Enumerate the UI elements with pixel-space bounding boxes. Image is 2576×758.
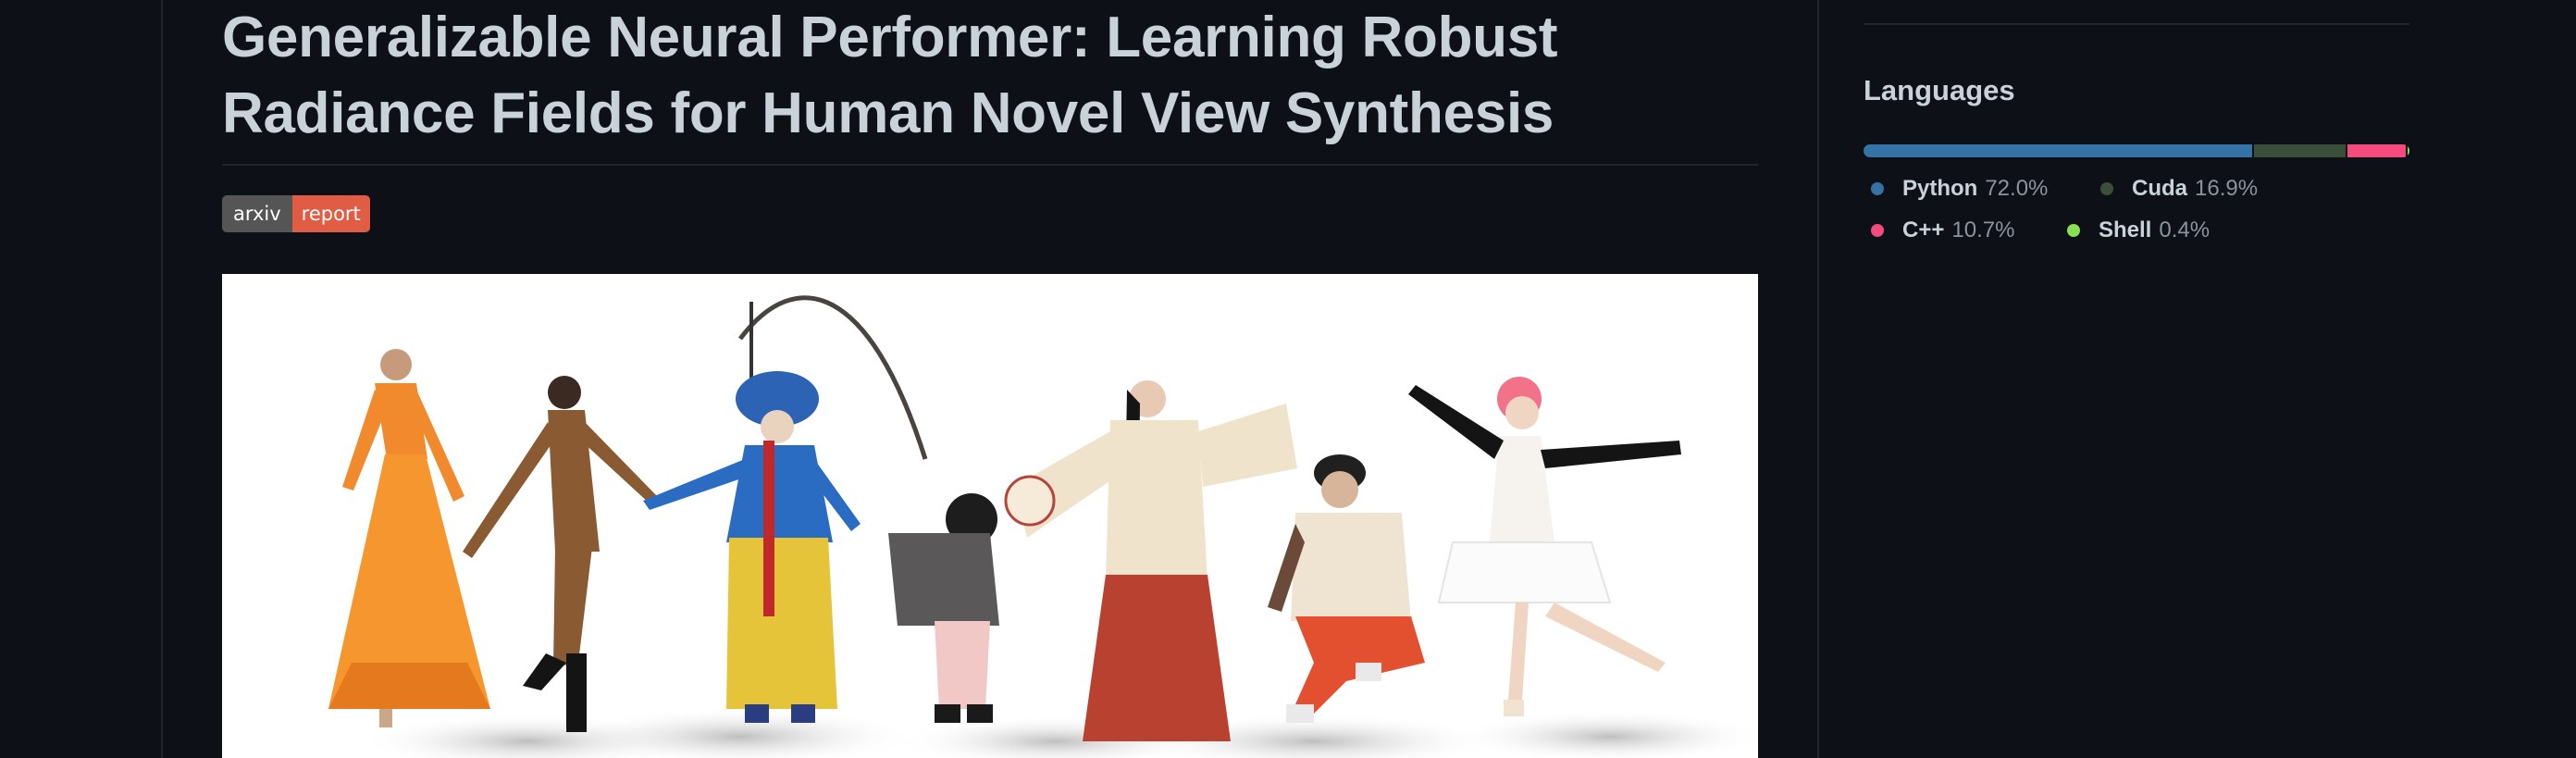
readme-title-line-1: Generalizable Neural Performer: Learning… <box>222 6 1558 69</box>
language-bar-segment-shell[interactable] <box>2407 144 2409 157</box>
language-name: Shell <box>2099 217 2152 242</box>
content-divider <box>1817 0 1819 758</box>
language-name: Python <box>1902 176 1978 201</box>
languages-heading: Languages <box>1864 74 2015 106</box>
language-percent: 0.4% <box>2159 217 2211 242</box>
readme-title: Generalizable Neural Performer: Learning… <box>222 0 1758 152</box>
badge-message: report <box>291 195 370 232</box>
language-bar-segment-python[interactable] <box>1864 144 2253 157</box>
language-name: C++ <box>1902 217 1945 242</box>
language-percent: 72.0% <box>1985 176 2049 201</box>
readme-title-line-2: Radiance Fields for Human Novel View Syn… <box>222 81 1554 145</box>
python-color-dot <box>1871 182 1884 195</box>
shell-color-dot <box>2067 224 2080 237</box>
language-item-cpp[interactable]: C++ 10.7% <box>1864 214 2014 247</box>
language-item-cuda[interactable]: Cuda 16.9% <box>2093 172 2258 205</box>
cuda-color-dot <box>2100 182 2113 195</box>
language-item-python[interactable]: Python 72.0% <box>1864 172 2048 205</box>
language-name: Cuda <box>2132 176 2187 201</box>
badge-label: arxiv <box>222 195 292 232</box>
language-progress-bar <box>1864 144 2409 157</box>
language-item-shell[interactable]: Shell 0.4% <box>2060 214 2210 247</box>
language-percent: 10.7% <box>1951 217 2015 242</box>
repo-page: Generalizable Neural Performer: Learning… <box>0 0 2576 758</box>
title-divider <box>222 164 1758 166</box>
dancers-illustration <box>222 274 1758 758</box>
content-left-border <box>161 0 163 758</box>
language-bar-segment-cuda[interactable] <box>2254 144 2347 157</box>
performers-hero-image <box>222 274 1758 758</box>
cpp-color-dot <box>1871 224 1884 237</box>
sidebar-divider <box>1864 23 2409 25</box>
language-bar-segment-cpp[interactable] <box>2347 144 2406 157</box>
language-percent: 16.9% <box>2195 176 2259 201</box>
arxiv-report-badge[interactable]: arxiv report <box>222 195 370 232</box>
